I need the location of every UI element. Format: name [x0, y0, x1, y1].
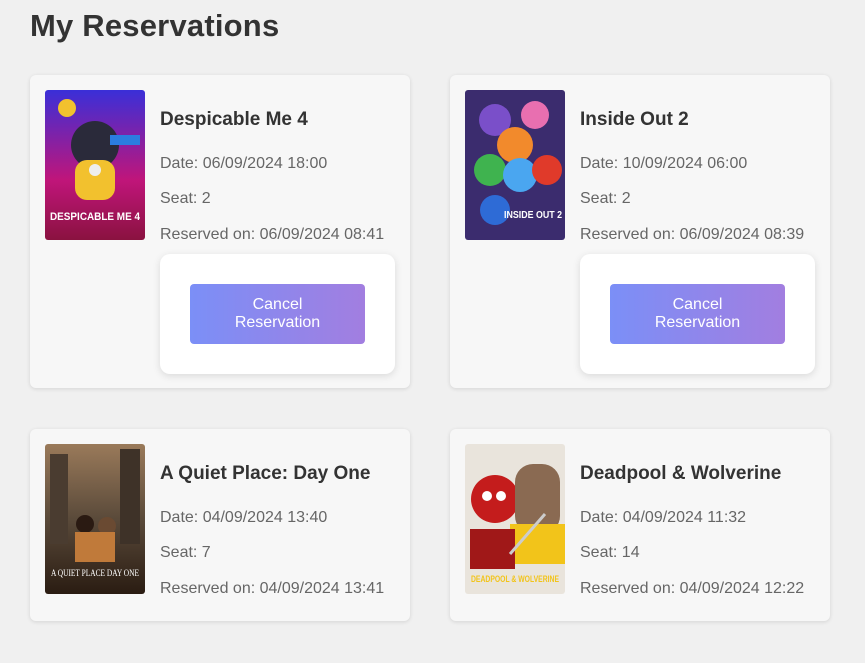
movie-title: Inside Out 2: [580, 109, 689, 130]
seat-number: Seat: 14: [580, 544, 640, 561]
reserved-on: Reserved on: 04/09/2024 13:41: [160, 580, 385, 597]
seat-number: Seat: 2: [160, 190, 211, 207]
reservation-card: A QUIET PLACE DAY ONE A Quiet Place: Day…: [30, 429, 410, 621]
movie-title: Despicable Me 4: [160, 109, 308, 130]
movie-title: A Quiet Place: Day One: [160, 463, 371, 484]
showtime-date: Date: 04/09/2024 11:32: [580, 509, 747, 526]
reserved-on: Reserved on: 06/09/2024 08:41: [160, 226, 385, 243]
seat-number: Seat: 7: [160, 544, 211, 561]
movie-poster-image: DEADPOOL & WOLVERINE: [465, 444, 565, 594]
cancel-reservation-button[interactable]: Cancel Reservation: [610, 284, 785, 344]
movie-poster-image: DESPICABLE ME 4: [45, 90, 145, 240]
movie-poster-image: INSIDE OUT 2: [465, 90, 565, 240]
showtime-date: Date: 04/09/2024 13:40: [160, 509, 328, 526]
reservation-card: DESPICABLE ME 4 Despicable Me 4 Date: 06…: [30, 75, 410, 388]
page-title: My Reservations: [30, 8, 280, 43]
reserved-on: Reserved on: 06/09/2024 08:39: [580, 226, 805, 243]
reservation-card: INSIDE OUT 2 Inside Out 2 Date: 10/09/20…: [450, 75, 830, 388]
poster-title: DESPICABLE ME 4: [50, 211, 141, 223]
poster-title: INSIDE OUT 2: [504, 210, 562, 221]
showtime-date: Date: 06/09/2024 18:00: [160, 155, 328, 172]
movie-title: Deadpool & Wolverine: [580, 463, 782, 484]
movie-poster-image: A QUIET PLACE DAY ONE: [45, 444, 145, 594]
cancel-reservation-button[interactable]: Cancel Reservation: [190, 284, 365, 344]
poster-title: DEADPOOL & WOLVERINE: [471, 574, 559, 584]
cancel-panel: Cancel Reservation: [160, 254, 395, 374]
cancel-panel: Cancel Reservation: [580, 254, 815, 374]
poster-title: A QUIET PLACE DAY ONE: [51, 568, 139, 578]
reserved-on: Reserved on: 04/09/2024 12:22: [580, 580, 805, 597]
seat-number: Seat: 2: [580, 190, 631, 207]
showtime-date: Date: 10/09/2024 06:00: [580, 155, 748, 172]
reservation-card: DEADPOOL & WOLVERINE Deadpool & Wolverin…: [450, 429, 830, 621]
